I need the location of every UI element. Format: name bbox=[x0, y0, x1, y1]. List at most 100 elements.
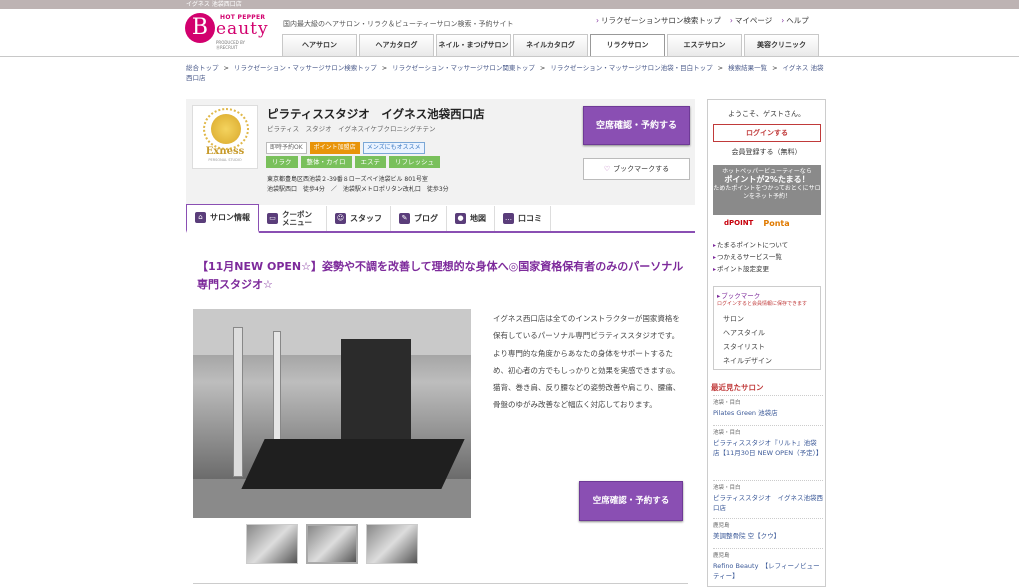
thumbnail[interactable] bbox=[366, 524, 418, 564]
home-icon: ⌂ bbox=[195, 212, 206, 223]
heart-icon: ♡ bbox=[603, 165, 611, 173]
tab-coupon-menu[interactable]: ▭ クーポン メニュー bbox=[259, 206, 327, 231]
breadcrumb-kanto[interactable]: リラクゼーション・マッサージサロン関東トップ bbox=[392, 64, 535, 72]
tag-instant-booking: 即時予約OK bbox=[266, 142, 307, 154]
shop-header: Exness PERSONAL STUDIO ピラティススタジオ イグネス池袋西… bbox=[186, 99, 695, 205]
pencil-icon: ✎ bbox=[399, 213, 410, 224]
tab-label: スタッフ bbox=[350, 214, 382, 223]
point-rate: ポイントが2%たまる！ bbox=[724, 175, 810, 184]
bookmark-note: ログインすると会員情報に保存できます bbox=[717, 301, 808, 307]
tab-label: 口コミ bbox=[518, 214, 542, 223]
coupon-icon: ▭ bbox=[267, 213, 278, 224]
tab-relax-salon[interactable]: リラクサロン bbox=[590, 34, 665, 57]
tab-esthe-salon[interactable]: エステサロン bbox=[667, 34, 742, 56]
point-banner[interactable]: ホットペッパービューティーなら ポイントが2%たまる！ ためたポイントをつかって… bbox=[713, 165, 821, 215]
recent-name: ピラティススタジオ『リルト』池袋店【11月30日 NEW OPEN（予定）】 bbox=[713, 439, 823, 457]
top-link-mypage[interactable]: マイページ bbox=[730, 15, 772, 26]
tab-hair-catalog[interactable]: ヘアカタログ bbox=[359, 34, 434, 56]
recent-name: Pilates Green 池袋店 bbox=[713, 409, 778, 417]
tab-salon-info[interactable]: ⌂ サロン情報 bbox=[186, 204, 259, 233]
logo-sun-icon bbox=[211, 114, 241, 144]
tab-nail-catalog[interactable]: ネイルカタログ bbox=[513, 34, 588, 56]
category-seitai: 整体・カイロ bbox=[300, 156, 352, 168]
nav-divider bbox=[0, 56, 1019, 57]
speech-bubble-icon: … bbox=[503, 213, 514, 224]
bookmark-button[interactable]: ♡ ブックマークする bbox=[583, 158, 690, 180]
recent-area: 鹿児島 bbox=[713, 553, 730, 559]
logo-b-mark: B bbox=[185, 13, 215, 43]
staff-icon: ☺ bbox=[335, 213, 346, 224]
breadcrumb-top[interactable]: 総合トップ bbox=[186, 64, 219, 72]
thumbnail[interactable] bbox=[246, 524, 298, 564]
tab-label: 地図 bbox=[470, 214, 486, 223]
tab-beauty-clinic[interactable]: 美容クリニック bbox=[744, 34, 819, 56]
link-point-settings[interactable]: ポイント設定変更 bbox=[713, 263, 769, 273]
login-button[interactable]: ログインする bbox=[713, 124, 821, 142]
recent-area: 池袋・目白 bbox=[713, 485, 741, 491]
bookmark-nail[interactable]: ネイルデザイン bbox=[723, 356, 772, 366]
register-link[interactable]: 会員登録する（無料） bbox=[708, 147, 825, 157]
logo-produced-by: PRODUCED BY ⓇRECRUIT bbox=[216, 40, 245, 50]
point-sub: ためたポイントをつかっておとくにサロンをネット予約！ bbox=[713, 185, 821, 200]
bookmark-salon[interactable]: サロン bbox=[723, 314, 744, 324]
top-strip-text: イグネス 池袋西口店 bbox=[186, 1, 242, 8]
shop-tabs: ⌂ サロン情報 ▭ クーポン メニュー ☺ スタッフ ✎ ブログ ● 地図 … 口コミ bbox=[186, 204, 695, 233]
tag-points: ポイント加盟店 bbox=[309, 142, 360, 154]
bookmark-title: ブックマーク bbox=[717, 290, 760, 300]
bookmark-stylist[interactable]: スタイリスト bbox=[723, 342, 765, 352]
recent-name: Refino Beauty 【レフィーノビューティー】 bbox=[713, 562, 820, 580]
salon-main-photo[interactable] bbox=[193, 309, 471, 518]
link-points-about[interactable]: たまるポイントについて bbox=[713, 239, 788, 249]
photo-thumbnails bbox=[246, 524, 418, 564]
tab-label: サロン情報 bbox=[210, 213, 250, 222]
shop-logo: Exness PERSONAL STUDIO bbox=[192, 105, 258, 169]
section-divider bbox=[193, 583, 688, 587]
recent-salon-item[interactable]: 鹿児島 美調整骨院 空【クウ】 bbox=[713, 518, 823, 541]
ponta-logo: Ponta bbox=[763, 219, 790, 228]
sidebar: ようこそ、ゲストさん。 ログインする 会員登録する（無料） ホットペッパービュー… bbox=[707, 99, 826, 587]
bookmark-label: ブックマークする bbox=[613, 165, 670, 173]
tab-label: ブログ bbox=[414, 214, 438, 223]
tag-mens: メンズにもオススメ bbox=[362, 142, 425, 154]
top-strip: イグネス 池袋西口店 bbox=[0, 0, 1019, 9]
shop-tags: 即時予約OK ポイント加盟店 メンズにもオススメ bbox=[266, 142, 425, 154]
recent-salon-item[interactable]: 池袋・目白ピラティススタジオ イグネス池袋西口店 bbox=[713, 480, 823, 513]
breadcrumb-relax-top[interactable]: リラクゼーション・マッサージサロン検索トップ bbox=[234, 64, 377, 72]
photo-reformer-bed bbox=[241, 439, 465, 489]
recent-salon-item[interactable]: 池袋・目白 ピラティススタジオ『リルト』池袋店【11月30日 NEW OPEN（予… bbox=[713, 425, 823, 458]
link-services[interactable]: つかえるサービス一覧 bbox=[713, 251, 782, 261]
bookmark-box: ブックマーク ログインすると会員情報に保存できます サロン ヘアスタイル スタイ… bbox=[713, 286, 821, 370]
tab-blog[interactable]: ✎ ブログ bbox=[391, 206, 447, 231]
reserve-button-secondary[interactable]: 空席確認・予約する bbox=[579, 481, 683, 521]
breadcrumb-results[interactable]: 検索結果一覧 bbox=[728, 64, 767, 72]
tab-map[interactable]: ● 地図 bbox=[447, 206, 495, 231]
global-nav-tabs: ヘアサロン ヘアカタログ ネイル・まつげサロン ネイルカタログ リラクサロン エ… bbox=[282, 34, 819, 57]
tab-staff[interactable]: ☺ スタッフ bbox=[327, 206, 391, 231]
recent-title: 最近見たサロン bbox=[711, 383, 764, 392]
recent-salon-item[interactable]: 鹿児島 Refino Beauty 【レフィーノビューティー】 bbox=[713, 548, 823, 581]
tab-label: クーポン メニュー bbox=[282, 209, 312, 227]
category-relax: リラク bbox=[266, 156, 298, 168]
bookmark-hairstyle[interactable]: ヘアスタイル bbox=[723, 328, 765, 338]
recent-salon-item[interactable]: 池袋・目白 Pilates Green 池袋店 bbox=[713, 395, 823, 418]
category-refresh: リフレッシュ bbox=[389, 156, 440, 168]
logo-exness-text: Exness bbox=[205, 146, 245, 157]
tab-reviews[interactable]: … 口コミ bbox=[495, 206, 551, 231]
logo-eauty-text: eauty bbox=[216, 19, 269, 39]
thumbnail[interactable] bbox=[306, 524, 358, 564]
salon-description: イグネス西口店は全てのインストラクターが国家資格を保有しているパーソナル専門ピラ… bbox=[493, 314, 681, 410]
top-link-relax-search[interactable]: リラクゼーションサロン検索トップ bbox=[596, 15, 721, 26]
breadcrumb: 総合トップ > リラクゼーション・マッサージサロン検索トップ > リラクゼーション・マッ… bbox=[186, 64, 824, 82]
breadcrumb-ikebukuro[interactable]: リラクゼーション・マッサージサロン池袋・目白トップ bbox=[550, 64, 712, 72]
photo-reformer-frame bbox=[233, 327, 243, 477]
reserve-button[interactable]: 空席確認・予約する bbox=[583, 106, 690, 145]
recent-area: 池袋・目白 bbox=[713, 400, 741, 406]
tab-nail-eyelash[interactable]: ネイル・まつげサロン bbox=[436, 34, 511, 56]
tab-hair-salon[interactable]: ヘアサロン bbox=[282, 34, 357, 56]
recent-name: ピラティススタジオ イグネス池袋西口店 bbox=[713, 494, 823, 512]
hotpepper-beauty-logo[interactable]: B HOT PEPPER eauty PRODUCED BY ⓇRECRUIT bbox=[185, 13, 269, 50]
top-link-help[interactable]: ヘルプ bbox=[781, 15, 809, 26]
map-pin-icon: ● bbox=[455, 213, 466, 224]
logo-sub-text: PERSONAL STUDIO bbox=[208, 158, 242, 162]
photo-curtain bbox=[341, 339, 411, 449]
